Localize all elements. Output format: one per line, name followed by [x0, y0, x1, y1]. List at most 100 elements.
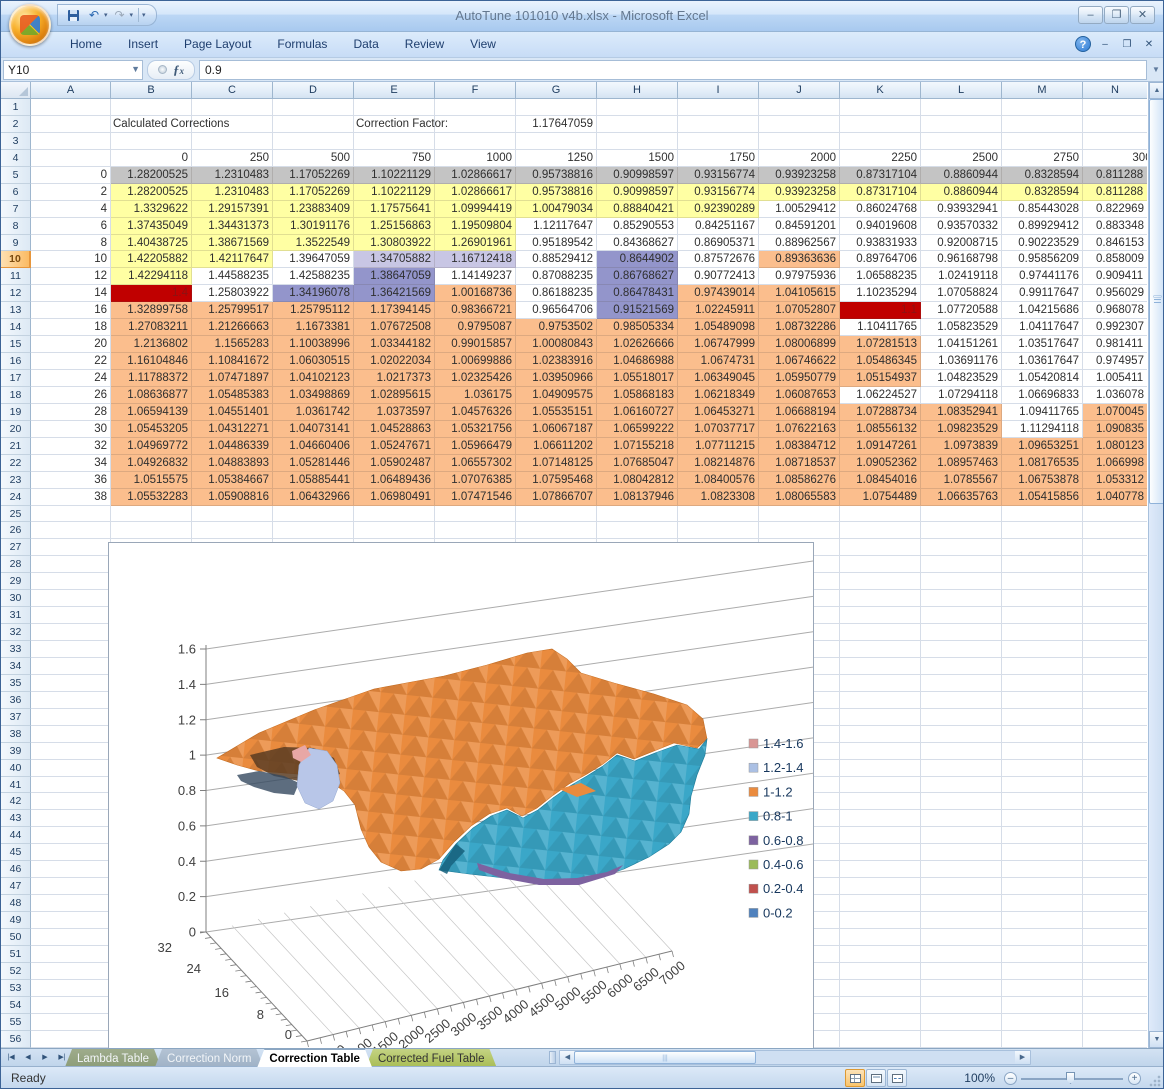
cell-A26[interactable]: [31, 522, 111, 539]
cell-C16[interactable]: 1.10841672: [192, 353, 273, 370]
column-header-B[interactable]: B: [111, 82, 192, 99]
cell-H2[interactable]: [597, 116, 678, 133]
cell-K56[interactable]: [840, 1031, 921, 1048]
cell-K9[interactable]: 0.93831933: [840, 235, 921, 252]
cell-K10[interactable]: 0.89764706: [840, 251, 921, 268]
cell-L37[interactable]: [921, 709, 1002, 726]
cell-M11[interactable]: 0.97441176: [1002, 268, 1083, 285]
cell-H8[interactable]: 0.85290553: [597, 218, 678, 235]
cell-J9[interactable]: 0.88962567: [759, 235, 840, 252]
cell-A32[interactable]: [31, 624, 111, 641]
cell-J8[interactable]: 0.84591201: [759, 218, 840, 235]
cell-L32[interactable]: [921, 624, 1002, 641]
cell-M12[interactable]: 0.99117647: [1002, 285, 1083, 302]
office-button[interactable]: [9, 4, 51, 46]
cell-D25[interactable]: [273, 506, 354, 523]
cell-N49[interactable]: [1083, 912, 1147, 929]
cell-A25[interactable]: [31, 506, 111, 523]
cell-F9[interactable]: 1.26901961: [435, 235, 516, 252]
cell-D7[interactable]: 1.23883409: [273, 201, 354, 218]
page-break-view-button[interactable]: [887, 1069, 907, 1087]
cell-C23[interactable]: 1.05384667: [192, 472, 273, 489]
cell-N36[interactable]: [1083, 692, 1147, 709]
cell-K54[interactable]: [840, 997, 921, 1014]
cell-A55[interactable]: [31, 1014, 111, 1031]
cell-J17[interactable]: 1.05950779: [759, 370, 840, 387]
cell-N54[interactable]: [1083, 997, 1147, 1014]
scroll-down-icon[interactable]: ▼: [1149, 1031, 1164, 1048]
cell-A54[interactable]: [31, 997, 111, 1014]
cell-D1[interactable]: [273, 99, 354, 116]
cell-D2[interactable]: [273, 116, 354, 133]
cell-M38[interactable]: [1002, 726, 1083, 743]
column-header-H[interactable]: H: [597, 82, 678, 99]
row-header-9[interactable]: 9: [1, 235, 31, 252]
cell-M27[interactable]: [1002, 539, 1083, 556]
cell-N55[interactable]: [1083, 1014, 1147, 1031]
cell-F5[interactable]: 1.02866617: [435, 167, 516, 184]
cell-C1[interactable]: [192, 99, 273, 116]
ribbon-tab-review[interactable]: Review: [392, 32, 457, 58]
vertical-scrollbar[interactable]: ▲ ▼: [1148, 82, 1164, 1048]
cell-L6[interactable]: 0.8860944: [921, 184, 1002, 201]
cell-A1[interactable]: [31, 99, 111, 116]
cell-F18[interactable]: 1.036175: [435, 387, 516, 404]
row-header-24[interactable]: 24: [1, 489, 31, 506]
cell-G16[interactable]: 1.02383916: [516, 353, 597, 370]
cell-F24[interactable]: 1.07471546: [435, 489, 516, 506]
row-header-8[interactable]: 8: [1, 218, 31, 235]
cell-C8[interactable]: 1.34431373: [192, 218, 273, 235]
cell-N40[interactable]: [1083, 760, 1147, 777]
cell-N51[interactable]: [1083, 946, 1147, 963]
cell-L52[interactable]: [921, 963, 1002, 980]
workbook-restore-button[interactable]: ❐: [1119, 39, 1135, 50]
cell-E13[interactable]: 1.17394145: [354, 302, 435, 319]
cell-N39[interactable]: [1083, 743, 1147, 760]
cell-F7[interactable]: 1.09994419: [435, 201, 516, 218]
cell-F21[interactable]: 1.05966479: [435, 438, 516, 455]
row-header-41[interactable]: 41: [1, 777, 31, 794]
first-sheet-button[interactable]: |◀: [3, 1050, 19, 1065]
cell-N44[interactable]: [1083, 827, 1147, 844]
cell-J22[interactable]: 1.08718537: [759, 455, 840, 472]
cell-J12[interactable]: 1.04105615: [759, 285, 840, 302]
scroll-right-icon[interactable]: ▶: [1015, 1051, 1030, 1064]
cell-D3[interactable]: [273, 133, 354, 150]
cell-M47[interactable]: [1002, 878, 1083, 895]
cell-A13[interactable]: 16: [31, 302, 111, 319]
cell-M31[interactable]: [1002, 607, 1083, 624]
cell-B20[interactable]: 1.05453205: [111, 421, 192, 438]
cell-L26[interactable]: [921, 522, 1002, 539]
cell-A56[interactable]: [31, 1031, 111, 1048]
cell-H4[interactable]: 1500: [597, 150, 678, 167]
cell-I10[interactable]: 0.87572676: [678, 251, 759, 268]
cell-M40[interactable]: [1002, 760, 1083, 777]
cell-A50[interactable]: [31, 929, 111, 946]
cell-M28[interactable]: [1002, 556, 1083, 573]
cell-B17[interactable]: 1.11788372: [111, 370, 192, 387]
row-header-56[interactable]: 56: [1, 1031, 31, 1048]
cell-I8[interactable]: 0.84251167: [678, 218, 759, 235]
cell-K45[interactable]: [840, 844, 921, 861]
cell-N12[interactable]: 0.956029: [1083, 285, 1147, 302]
cell-K21[interactable]: 1.09147261: [840, 438, 921, 455]
row-header-5[interactable]: 5: [1, 167, 31, 184]
cell-H1[interactable]: [597, 99, 678, 116]
cell-A49[interactable]: [31, 912, 111, 929]
cell-I24[interactable]: 1.0823308: [678, 489, 759, 506]
cell-B9[interactable]: 1.40438725: [111, 235, 192, 252]
cell-L18[interactable]: 1.07294118: [921, 387, 1002, 404]
cell-G8[interactable]: 1.12117647: [516, 218, 597, 235]
cell-G3[interactable]: [516, 133, 597, 150]
cell-L31[interactable]: [921, 607, 1002, 624]
cell-H21[interactable]: 1.07155218: [597, 438, 678, 455]
row-header-1[interactable]: 1: [1, 99, 31, 116]
row-header-30[interactable]: 30: [1, 590, 31, 607]
cell-J3[interactable]: [759, 133, 840, 150]
cell-K28[interactable]: [840, 556, 921, 573]
page-layout-view-button[interactable]: [866, 1069, 886, 1087]
cell-D12[interactable]: 1.34196078: [273, 285, 354, 302]
cell-E26[interactable]: [354, 522, 435, 539]
cell-L29[interactable]: [921, 573, 1002, 590]
cell-K53[interactable]: [840, 980, 921, 997]
